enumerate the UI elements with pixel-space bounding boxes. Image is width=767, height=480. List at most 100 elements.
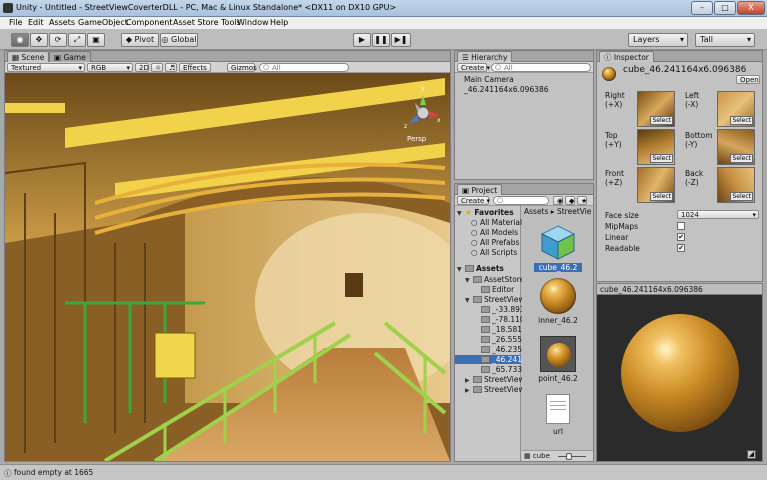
pivot-toggle[interactable]: ◆ Pivot (121, 33, 159, 47)
favorites-header[interactable]: ▼ ★ Favorites (457, 208, 514, 217)
2d-toggle[interactable]: 2D (135, 63, 149, 72)
rgb-dropdown[interactable]: RGB ▾ (87, 63, 133, 72)
project-folder-tree: ▼ ★ Favorites ○ All Material ○ All Models… (455, 206, 527, 461)
mipmaps-checkbox[interactable] (677, 222, 685, 230)
menu-assets[interactable]: Assets (49, 18, 75, 27)
hand-tool-button[interactable]: ◉ (11, 33, 29, 47)
project-create-dropdown[interactable]: Create ▾ (457, 196, 490, 205)
favorite-item[interactable]: ○ All Material (471, 218, 522, 227)
layout-dropdown[interactable]: Tall ▾ (695, 33, 755, 47)
asset-cube[interactable] (538, 222, 578, 262)
tree-folder[interactable]: ▶ StreetView (465, 375, 525, 384)
audio-toggle[interactable]: ♬ (165, 63, 177, 72)
resize-grip-icon[interactable]: ◢ (747, 450, 756, 459)
maximize-button[interactable]: □ (714, 1, 736, 15)
tree-folder[interactable]: _-78.110 (481, 315, 525, 324)
menu-gameobject[interactable]: GameObject (78, 18, 128, 27)
select-button[interactable]: Select (730, 192, 753, 201)
asset-point[interactable] (540, 336, 576, 372)
hierarchy-item[interactable]: _46.241164x6.096386 (464, 85, 549, 94)
face-slot-right[interactable]: Select (637, 91, 675, 127)
tree-folder[interactable]: _65.7338 (481, 365, 527, 374)
tab-inspector[interactable]: ⓘ Inspector (599, 51, 654, 62)
mipmaps-label: MipMaps (605, 222, 639, 231)
readable-checkbox[interactable]: ✔ (677, 244, 685, 252)
gizmos-dropdown[interactable]: Gizmos (227, 63, 257, 72)
shading-label: Textured (11, 64, 42, 72)
tab-scene[interactable]: ▦ Scene (7, 51, 50, 62)
hierarchy-search-input[interactable]: All (491, 63, 591, 72)
select-button[interactable]: Select (650, 154, 673, 163)
face-slot-top[interactable]: Select (637, 129, 675, 165)
breadcrumb-item[interactable]: Assets (524, 207, 548, 216)
menu-asset-store-tools[interactable]: Asset Store Tools (173, 18, 241, 27)
rotate-tool-button[interactable]: ⟳ (49, 33, 67, 47)
face-label-back: Back (-Z) (685, 169, 704, 187)
tree-folder[interactable]: ▼ AssetStore (465, 275, 524, 284)
scene-viewport[interactable]: y x z Persp (5, 73, 450, 461)
hierarchy-item[interactable]: Main Camera (464, 75, 514, 84)
minimize-button[interactable]: – (691, 1, 713, 15)
pause-button[interactable]: ❚❚ (372, 33, 390, 47)
favorite-item[interactable]: ○ All Scripts (471, 248, 517, 257)
status-message[interactable]: found empty at 1665 (14, 468, 93, 477)
face-slot-left[interactable]: Select (717, 91, 755, 127)
menu-component[interactable]: Component (126, 18, 172, 27)
select-button[interactable]: Select (730, 116, 753, 125)
slider-handle[interactable] (566, 453, 572, 460)
asset-inner-sphere[interactable] (540, 278, 576, 314)
rect-tool-button[interactable]: ▣ (87, 33, 105, 47)
face-slot-front[interactable]: Select (637, 167, 675, 203)
face-slot-back[interactable]: Select (717, 167, 755, 203)
tree-folder[interactable]: _-33.893 (481, 305, 525, 314)
menu-file[interactable]: File (9, 18, 22, 27)
filter-label-button[interactable]: ◆ (565, 196, 575, 205)
global-toggle[interactable]: ◎ Global (160, 33, 198, 47)
tab-project[interactable]: ▣ Project (457, 184, 503, 195)
face-slot-bottom[interactable]: Select (717, 129, 755, 165)
tab-hierarchy[interactable]: ☰ Hierarchy (457, 51, 513, 62)
thumbnail-size-slider[interactable] (558, 456, 586, 457)
favorite-item[interactable]: ○ All Prefabs (471, 238, 519, 247)
assets-header[interactable]: ▼ Assets (457, 264, 504, 273)
tree-folder-selected[interactable]: _46.2411 (455, 355, 527, 364)
tree-folder[interactable]: ▶ StreetView (465, 385, 525, 394)
menu-window[interactable]: Window (237, 18, 269, 27)
favorite-item[interactable]: ○ All Models (471, 228, 518, 237)
move-tool-button[interactable]: ✥ (30, 33, 48, 47)
filter-type-button[interactable]: ◉ (553, 196, 563, 205)
menu-help[interactable]: Help (270, 18, 288, 27)
breadcrumb-item[interactable]: StreetVie (557, 207, 591, 216)
cubemap-preview-sphere[interactable] (621, 314, 739, 432)
hierarchy-tab-bar: ☰ Hierarchy (455, 51, 593, 62)
play-button[interactable]: ▶ (353, 33, 371, 47)
select-button[interactable]: Select (650, 116, 673, 125)
close-window-button[interactable]: X (737, 1, 765, 15)
lighting-toggle[interactable]: ☼ (151, 63, 163, 72)
linear-checkbox[interactable]: ✔ (677, 233, 685, 241)
favorite-button[interactable]: ★ (577, 196, 587, 205)
tree-folder[interactable]: Editor (481, 285, 514, 294)
asset-url[interactable] (546, 394, 570, 424)
open-button[interactable]: Open (736, 75, 760, 84)
select-button[interactable]: Select (730, 154, 753, 163)
persp-label[interactable]: Persp (407, 135, 426, 143)
layers-dropdown[interactable]: Layers ▾ (628, 33, 688, 47)
face-size-dropdown[interactable]: 1024 ▾ (677, 210, 759, 219)
tree-folder[interactable]: ▼ StreetView (465, 295, 525, 304)
shading-mode-dropdown[interactable]: Textured ▾ (7, 63, 85, 72)
scene-search-input[interactable]: All (259, 63, 349, 72)
effects-dropdown[interactable]: Effects (179, 63, 211, 72)
menu-edit[interactable]: Edit (28, 18, 44, 27)
tree-folder[interactable]: _26.5551 (481, 335, 527, 344)
gizmo-x-label: x (437, 117, 441, 124)
scene-orientation-gizmo[interactable]: y x z (403, 85, 443, 133)
tree-folder[interactable]: _18.5812 (481, 325, 527, 334)
step-button[interactable]: ▶❚ (391, 33, 411, 47)
hierarchy-create-dropdown[interactable]: Create ▾ (457, 63, 490, 72)
select-button[interactable]: Select (650, 192, 673, 201)
tree-folder[interactable]: _46.2358 (481, 345, 527, 354)
tab-game[interactable]: ▣ Game (49, 51, 91, 62)
project-search-input[interactable] (493, 196, 549, 205)
scale-tool-button[interactable]: ⤢ (68, 33, 86, 47)
